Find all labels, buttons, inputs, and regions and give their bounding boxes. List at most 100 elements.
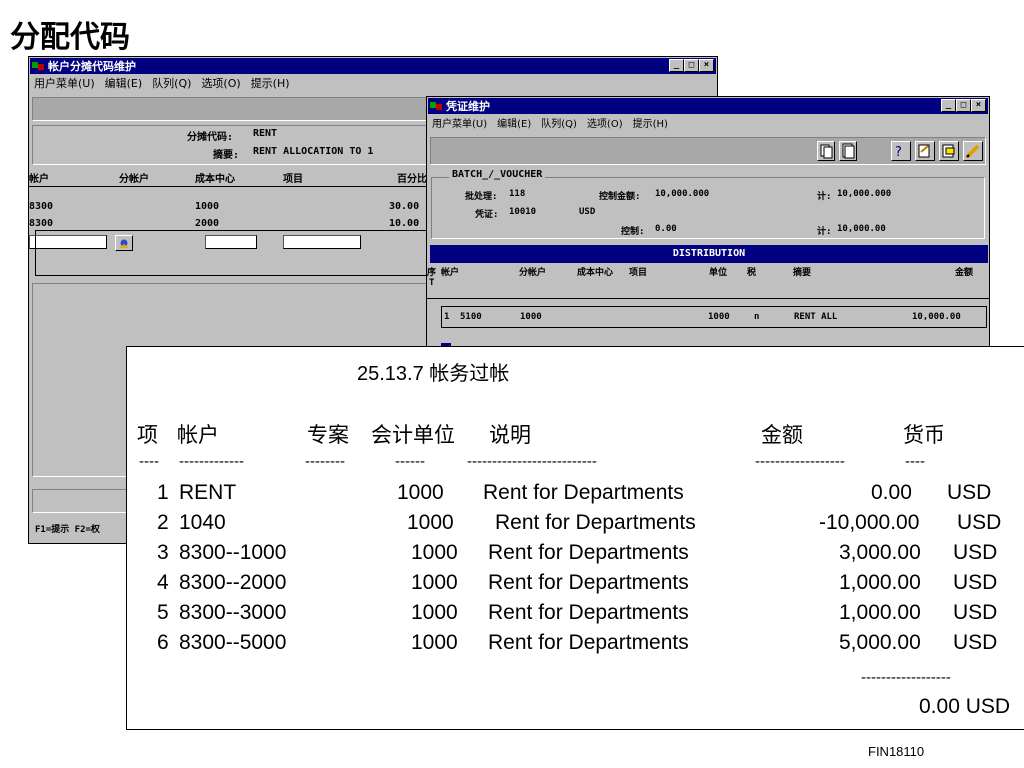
col-cost-center: 成本中心 bbox=[195, 174, 235, 185]
posting-row: 1 RENT 1000 Rent for Departments 0.00 US… bbox=[127, 481, 1024, 507]
dist-tax: n bbox=[754, 312, 760, 322]
maximize-button[interactable]: □ bbox=[956, 99, 971, 112]
row-desc: Rent for Departments bbox=[488, 571, 689, 594]
dash-account: ------------- bbox=[179, 453, 244, 470]
close-button[interactable]: × bbox=[699, 59, 714, 72]
posting-row: 5 8300--3000 1000 Rent for Departments 1… bbox=[127, 601, 1024, 627]
menu-queue[interactable]: 队列(Q) bbox=[152, 75, 191, 91]
menu-options[interactable]: 选项(O) bbox=[201, 75, 240, 91]
row-unit: 1000 bbox=[397, 481, 444, 504]
col-account: 帐户 bbox=[29, 174, 49, 185]
allocation-window-titlebar[interactable]: 帐户分摊代码维护 _ □ × bbox=[30, 58, 716, 74]
currency-value: USD bbox=[579, 207, 596, 217]
dist-desc: RENT ALL bbox=[794, 312, 838, 322]
row-currency: USD bbox=[953, 601, 998, 624]
row-no: 1 bbox=[157, 481, 169, 504]
row-amount: 3,000.00 bbox=[839, 541, 921, 564]
row-no: 3 bbox=[157, 541, 169, 564]
batch-value: 118 bbox=[509, 189, 526, 199]
total-label-2: 计: bbox=[817, 227, 832, 237]
dist-col-tax: 税 bbox=[747, 268, 757, 278]
row-no: 6 bbox=[157, 631, 169, 654]
minimize-button[interactable]: _ bbox=[941, 99, 956, 112]
distribution-row[interactable]: 1 5100 1000 1000 n RENT ALL 10,000.00 bbox=[441, 306, 987, 328]
menu-help[interactable]: 提示(H) bbox=[251, 75, 290, 91]
pencil-button[interactable] bbox=[963, 141, 983, 161]
dist-account: 5100 bbox=[460, 312, 482, 322]
row-unit: 1000 bbox=[411, 631, 458, 654]
row-desc: Rent for Departments bbox=[488, 601, 689, 624]
posting-total: 0.00 USD bbox=[919, 695, 1011, 718]
status-text: F1=提示 F2=权 bbox=[35, 525, 100, 535]
menu-queue[interactable]: 队列(Q) bbox=[541, 115, 577, 131]
slide-title: 分配代码 bbox=[10, 20, 130, 55]
row-desc: Rent for Departments bbox=[488, 541, 689, 564]
row-account: 1040 bbox=[179, 511, 226, 534]
table-row[interactable]: 8300 1000 30.00 bbox=[29, 201, 429, 215]
ctrl-amount-label: 控制金额: bbox=[599, 192, 641, 202]
row-amount: 0.00 bbox=[871, 481, 912, 504]
menu-help[interactable]: 提示(H) bbox=[633, 115, 668, 131]
desc-label: 摘要: bbox=[213, 150, 240, 161]
control-value: 0.00 bbox=[655, 224, 677, 234]
copy-icon bbox=[820, 144, 833, 159]
posting-title: 25.13.7 帐务过帐 bbox=[357, 363, 510, 385]
header-unit: 会计单位 bbox=[371, 423, 455, 447]
total-dash: ------------------ bbox=[861, 669, 951, 686]
alloc-code-label: 分摊代码: bbox=[187, 132, 234, 143]
row-desc: Rent for Departments bbox=[483, 481, 684, 504]
dash-unit: ------ bbox=[395, 453, 425, 470]
help-button[interactable]: ? bbox=[891, 141, 911, 161]
control-label: 控制: bbox=[621, 227, 645, 237]
row-cost-center: 2000 bbox=[195, 218, 220, 229]
row-account: RENT bbox=[179, 481, 237, 504]
row-account: 8300--5000 bbox=[179, 631, 287, 654]
row-amount: 1,000.00 bbox=[839, 571, 921, 594]
col-sub-account: 分帐户 bbox=[119, 174, 149, 185]
menu-user[interactable]: 用户菜单(U) bbox=[432, 115, 487, 131]
highlight-frame bbox=[35, 230, 453, 276]
header-project: 专案 bbox=[307, 423, 349, 447]
dist-col-sub-account: 分帐户 bbox=[519, 268, 547, 278]
posting-row: 2 1040 1000 Rent for Departments -10,000… bbox=[127, 511, 1024, 537]
dist-unit: 1000 bbox=[708, 312, 730, 322]
dash-amount: ------------------ bbox=[755, 453, 845, 470]
dist-amount: 10,000.00 bbox=[912, 312, 961, 322]
menu-edit[interactable]: 编辑(E) bbox=[497, 115, 531, 131]
ctrl-amount-value: 10,000.000 bbox=[655, 189, 710, 199]
window-controls: _ □ × bbox=[941, 99, 986, 112]
row-cost-center: 1000 bbox=[195, 201, 220, 212]
menu-options[interactable]: 选项(O) bbox=[587, 115, 623, 131]
copy-doc-button[interactable] bbox=[939, 141, 959, 161]
dist-col-cost-center: 成本中心 bbox=[577, 268, 614, 278]
paste-button[interactable] bbox=[839, 141, 857, 161]
copy-button[interactable] bbox=[817, 141, 835, 161]
row-currency: USD bbox=[953, 571, 998, 594]
total-value-1: 10,000.000 bbox=[837, 189, 892, 199]
footer-code: FIN18110 bbox=[868, 744, 925, 759]
row-no: 5 bbox=[157, 601, 169, 624]
dash-currency: ---- bbox=[905, 453, 925, 470]
row-desc: Rent for Departments bbox=[495, 511, 696, 534]
close-button[interactable]: × bbox=[971, 99, 986, 112]
maximize-button[interactable]: □ bbox=[684, 59, 699, 72]
header-desc: 说明 bbox=[489, 423, 531, 447]
menu-user[interactable]: 用户菜单(U) bbox=[34, 75, 95, 91]
minimize-button[interactable]: _ bbox=[669, 59, 684, 72]
dist-t-marker: T bbox=[429, 278, 435, 288]
voucher-window-titlebar[interactable]: 凭证维护 _ □ × bbox=[428, 98, 988, 114]
desc-value: RENT ALLOCATION TO 1 bbox=[253, 146, 374, 157]
dist-col-seq: 序 bbox=[427, 268, 437, 278]
menu-edit[interactable]: 编辑(E) bbox=[105, 75, 143, 91]
row-account: 8300 bbox=[29, 201, 54, 212]
dist-header-line bbox=[427, 298, 989, 299]
dist-col-account: 帐户 bbox=[441, 268, 460, 278]
posting-report-panel: 25.13.7 帐务过帐 项 帐户 专案 会计单位 说明 金额 货币 ---- … bbox=[126, 346, 1024, 730]
distribution-header: DISTRIBUTION bbox=[430, 245, 988, 263]
allocation-window-title: 帐户分摊代码维护 bbox=[48, 60, 136, 73]
voucher-menubar: 用户菜单(U) 编辑(E) 队列(Q) 选项(O) 提示(H) bbox=[428, 115, 988, 131]
posting-row: 3 8300--1000 1000 Rent for Departments 3… bbox=[127, 541, 1024, 567]
paste-icon bbox=[842, 143, 855, 159]
edit-button[interactable] bbox=[915, 141, 935, 161]
row-account: 8300--1000 bbox=[179, 541, 287, 564]
